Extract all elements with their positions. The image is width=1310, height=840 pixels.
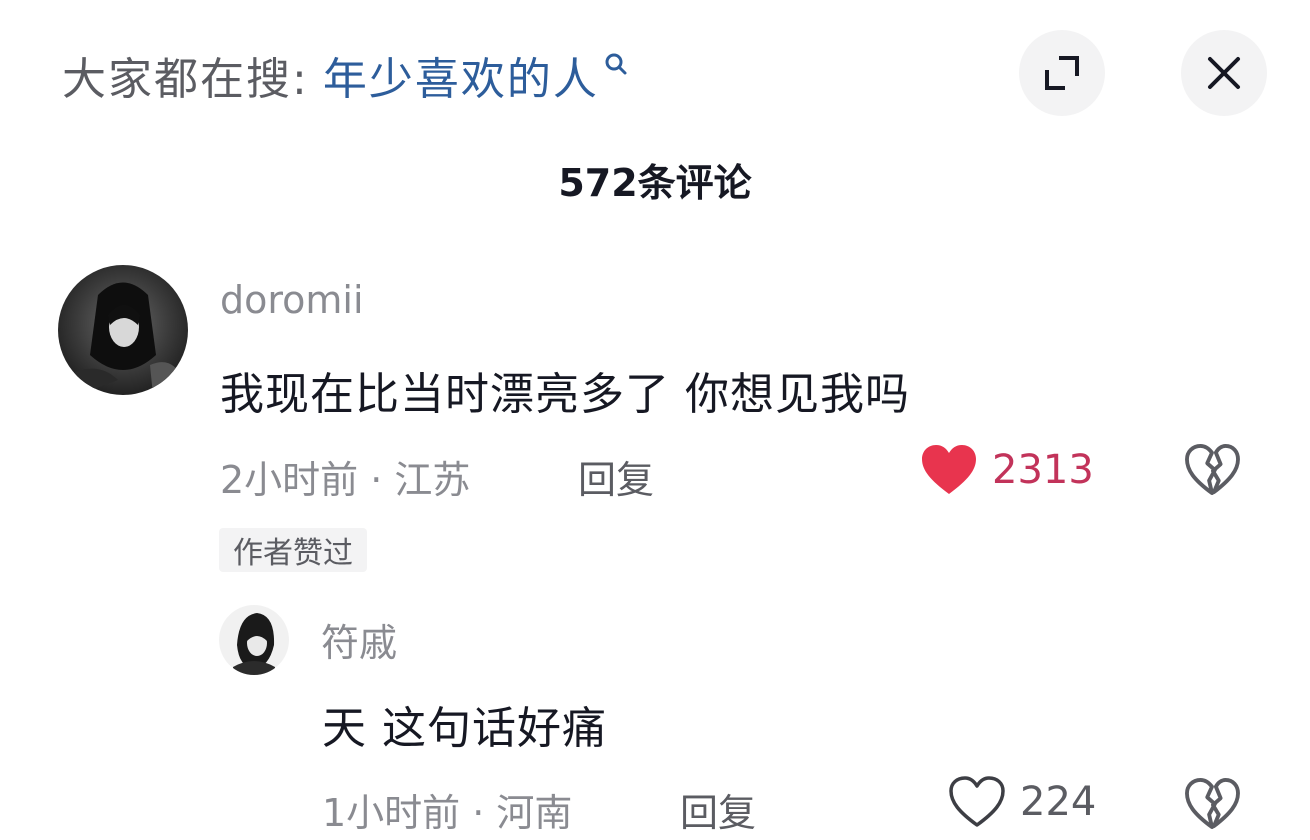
search-suggestion-term[interactable]: 年少喜欢的人 (323, 43, 599, 107)
reply-username[interactable]: 符戚 (321, 612, 397, 667)
avatar[interactable] (219, 605, 289, 675)
broken-heart-icon[interactable] (1184, 778, 1240, 830)
expand-button[interactable] (1019, 30, 1105, 116)
reply-button[interactable]: 回复 (578, 449, 654, 504)
like-count: 2313 (992, 447, 1094, 493)
like-count: 224 (1020, 779, 1097, 825)
comments-panel: 大家都在搜: 年少喜欢的人 572条评论 doromii 我现在比当时漂亮多了 … (0, 0, 1310, 840)
reply-text: 天 这句话好痛 (322, 703, 607, 754)
comment-username[interactable]: doromii (220, 278, 364, 322)
reply-meta: 1小时前 · 河南 (322, 791, 573, 835)
comment-count-title: 572条评论 (558, 161, 752, 205)
search-suggestion-prefix: 大家都在搜: (62, 54, 309, 105)
broken-heart-icon[interactable] (1184, 444, 1240, 496)
search-icon[interactable] (603, 51, 629, 77)
author-liked-badge: 作者赞过 (219, 528, 367, 572)
comment-meta: 2小时前 · 江苏 (220, 458, 471, 502)
heart-outline-icon (949, 776, 1005, 827)
comment-text: 我现在比当时漂亮多了 你想见我吗 (220, 369, 910, 420)
heart-filled-icon (922, 445, 976, 494)
avatar[interactable] (58, 265, 188, 395)
search-suggestion[interactable]: 大家都在搜: 年少喜欢的人 (62, 40, 629, 110)
like-button[interactable]: 2313 (920, 444, 1094, 496)
close-icon (1208, 57, 1240, 89)
like-button[interactable]: 224 (948, 776, 1096, 828)
expand-icon (1045, 56, 1079, 90)
close-button[interactable] (1181, 30, 1267, 116)
reply-button[interactable]: 回复 (680, 782, 756, 837)
